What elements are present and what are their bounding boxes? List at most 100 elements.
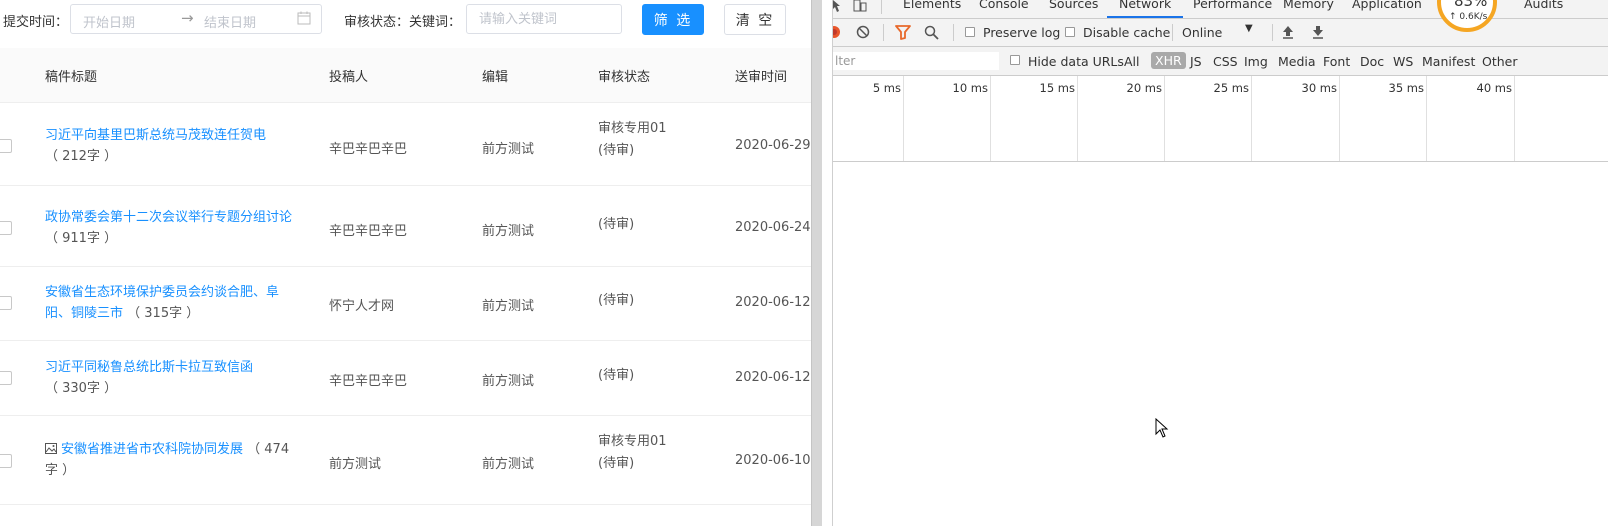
type-filter-all[interactable]: All: [1124, 54, 1140, 69]
calendar-icon[interactable]: [297, 11, 311, 25]
hide-data-urls-checkbox[interactable]: [1010, 55, 1020, 65]
type-filter-js[interactable]: JS: [1190, 54, 1202, 69]
type-filter-media[interactable]: Media: [1278, 54, 1316, 69]
preserve-log-checkbox[interactable]: [965, 27, 975, 37]
search-icon[interactable]: [924, 25, 939, 40]
word-count: （ 212字 ）: [45, 149, 118, 164]
timeline-tick-label: 20 ms: [1126, 81, 1162, 95]
status-text: (待审): [598, 143, 635, 158]
header-title: 稿件标题: [45, 70, 98, 85]
header-editor: 编辑: [482, 70, 509, 85]
tab-sources[interactable]: Sources: [1049, 0, 1098, 11]
status-text: (待审): [598, 456, 635, 471]
contributor: 辛巴辛巴辛巴: [329, 224, 408, 239]
row-checkbox[interactable]: [0, 221, 12, 235]
throttle-dropdown-icon[interactable]: ▼: [1245, 23, 1253, 34]
end-date-input[interactable]: 结束日期: [204, 12, 256, 31]
contributor: 辛巴辛巴辛巴: [329, 374, 408, 389]
disable-cache-checkbox[interactable]: [1065, 27, 1075, 37]
record-icon[interactable]: [833, 25, 841, 39]
header-contributor: 投稿人: [329, 70, 369, 85]
devtools-panel: Elements Console Sources Network Perform…: [833, 0, 1608, 526]
row-checkbox[interactable]: [0, 454, 12, 468]
type-filter-img[interactable]: Img: [1244, 54, 1268, 69]
inspect-element-icon[interactable]: [833, 0, 843, 14]
header-submit-time: 送审时间: [735, 70, 788, 85]
image-icon: [45, 443, 57, 454]
timeline-tick-label: 35 ms: [1388, 81, 1424, 95]
editor: 前方测试: [482, 299, 535, 314]
toolbar-separator: [1272, 24, 1273, 41]
toolbar-separator: [1172, 24, 1173, 41]
type-filter-doc[interactable]: Doc: [1360, 54, 1384, 69]
toolbar-separator: [883, 24, 884, 41]
keyword-input[interactable]: [466, 4, 622, 34]
type-filter-css[interactable]: CSS: [1213, 54, 1238, 69]
clear-log-icon[interactable]: [856, 25, 870, 39]
article-title-link[interactable]: 政协常委会第十二次会议举行专题分组讨论: [45, 210, 292, 225]
disable-cache-label: Disable cache: [1083, 25, 1171, 40]
tab-memory[interactable]: Memory: [1283, 0, 1334, 11]
clear-button[interactable]: 清 空: [724, 4, 786, 35]
timeline-gridline: [1514, 76, 1515, 161]
tab-console[interactable]: Console: [979, 0, 1029, 11]
title-cell: 习近平同秘鲁总统比斯卡拉互致信函 （ 330字 ）: [45, 357, 297, 399]
type-filter-other[interactable]: Other: [1482, 54, 1518, 69]
editor: 前方测试: [482, 457, 535, 472]
tab-network[interactable]: Network: [1119, 0, 1171, 11]
throttle-select[interactable]: Online: [1182, 25, 1222, 40]
table-row: 安徽省生态环境保护委员会约谈合肥、阜阳、铜陵三市 （ 315字 ） 怀宁人才网 …: [0, 267, 811, 341]
editor: 前方测试: [482, 374, 535, 389]
row-checkbox[interactable]: [0, 296, 12, 310]
type-filter-manifest[interactable]: Manifest: [1422, 54, 1475, 69]
status-keyword-label: 审核状态：关键词：: [344, 15, 462, 30]
device-toolbar-icon[interactable]: [853, 0, 867, 14]
tab-elements[interactable]: Elements: [903, 0, 961, 11]
timeline-tick-label: 5 ms: [872, 81, 901, 95]
tab-audits[interactable]: Audits: [1524, 0, 1563, 11]
network-overview-timeline[interactable]: 5 ms 10 ms 15 ms 20 ms 25 ms 30 ms 35 ms…: [833, 76, 1608, 162]
timeline-gridline: [990, 76, 991, 161]
row-checkbox[interactable]: [0, 139, 12, 153]
active-tab-indicator: [1107, 16, 1183, 18]
table-row: 安徽省推进省市农科院协同发展 （ 474字 ） 前方测试 前方测试 审核专用01…: [0, 416, 811, 505]
type-filter-ws[interactable]: WS: [1393, 54, 1413, 69]
tab-application[interactable]: Application: [1352, 0, 1422, 11]
contributor: 前方测试: [329, 457, 382, 472]
article-title-link[interactable]: 习近平向基里巴斯总统马茂致连任贺电: [45, 128, 266, 143]
title-cell: 政协常委会第十二次会议举行专题分组讨论 （ 911字 ）: [45, 207, 297, 249]
export-har-icon[interactable]: [1311, 25, 1325, 39]
type-filter-font[interactable]: Font: [1323, 54, 1350, 69]
timeline-tick-label: 25 ms: [1213, 81, 1249, 95]
date-range-picker[interactable]: 开始日期 → 结束日期: [70, 4, 322, 34]
timeline-gridline: [1339, 76, 1340, 161]
table-header: 稿件标题 投稿人 编辑 审核状态 送审时间: [0, 48, 811, 103]
submit-date: 2020-06-29: [735, 138, 811, 153]
filter-icon[interactable]: [895, 25, 911, 40]
type-filter-xhr[interactable]: XHR: [1151, 52, 1186, 69]
timeline-gridline: [1077, 76, 1078, 161]
article-title-link[interactable]: 习近平同秘鲁总统比斯卡拉互致信函: [45, 360, 253, 375]
network-toolbar: Preserve log Disable cache Online ▼: [833, 19, 1608, 47]
hide-data-urls-label: Hide data URLs: [1028, 54, 1124, 69]
start-date-input[interactable]: 开始日期: [83, 12, 135, 31]
submit-date: 2020-06-24: [735, 220, 811, 235]
row-checkbox[interactable]: [0, 371, 12, 385]
network-request-list[interactable]: [833, 162, 1608, 526]
pane-splitter[interactable]: [811, 0, 822, 526]
word-count: （ 330字 ）: [45, 381, 118, 396]
tab-performance[interactable]: Performance: [1193, 0, 1272, 11]
filter-button[interactable]: 筛 选: [642, 4, 704, 35]
timeline-tick-label: 40 ms: [1476, 81, 1512, 95]
article-title-link[interactable]: 安徽省推进省市农科院协同发展: [61, 442, 243, 457]
manuscript-review-panel: 提交时间： 开始日期 → 结束日期 审核状态：关键词： 筛 选 清 空 稿件标题…: [0, 0, 811, 526]
table-row: 习近平向基里巴斯总统马茂致连任贺电 （ 212字 ） 辛巴辛巴辛巴 前方测试 审…: [0, 103, 811, 186]
import-har-icon[interactable]: [1281, 25, 1295, 39]
timeline-gridline: [1426, 76, 1427, 161]
table-row: 政协常委会第十二次会议举行专题分组讨论 （ 911字 ） 辛巴辛巴辛巴 前方测试…: [0, 186, 811, 267]
timeline-gridline: [1251, 76, 1252, 161]
filter-input[interactable]: [833, 52, 999, 70]
editor: 前方测试: [482, 142, 535, 157]
toolbar-separator: [953, 24, 954, 41]
submit-date: 2020-06-10: [735, 453, 811, 468]
